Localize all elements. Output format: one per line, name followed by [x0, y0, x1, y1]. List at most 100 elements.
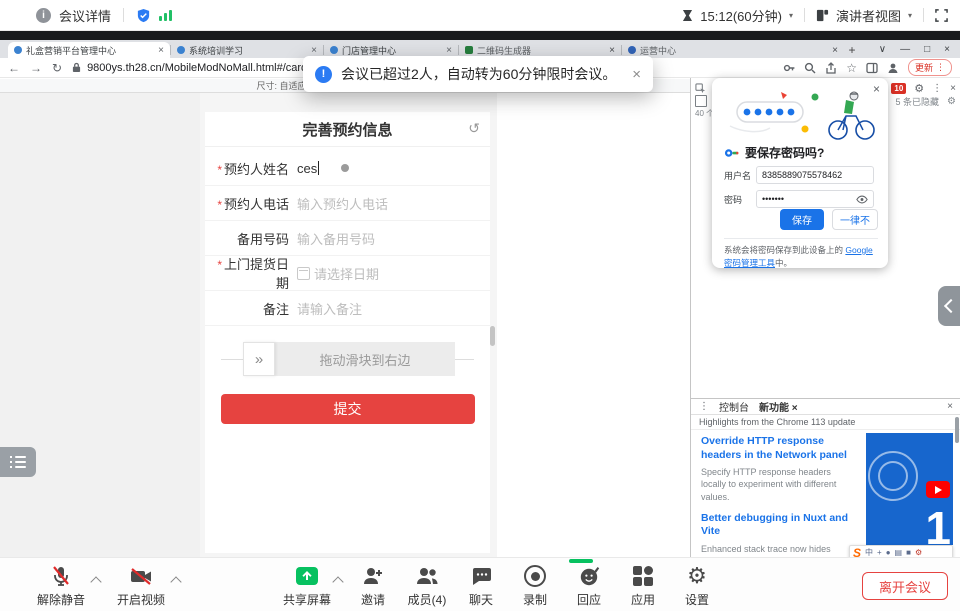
profile-avatar-icon[interactable] [887, 62, 899, 74]
forward-icon[interactable]: → [30, 61, 42, 75]
tab-close-icon[interactable]: × [792, 403, 798, 414]
view-dropdown-icon[interactable]: ▾ [908, 11, 912, 20]
window-restore-icon[interactable]: ∨ [879, 44, 886, 55]
issues-badge[interactable]: 10 [891, 83, 906, 94]
window-maximize-icon[interactable]: □ [924, 44, 930, 55]
field-pickup-date[interactable]: 上门提货日期 请选择日期 [205, 256, 490, 291]
field-name[interactable]: 预约人姓名 ces [205, 151, 490, 186]
chrome-update-button[interactable]: 更新 ⋮ [908, 59, 952, 76]
drawer-close-icon[interactable]: × [947, 401, 953, 412]
tab-whats-new[interactable]: 新功能 × [759, 399, 798, 414]
device-size-label[interactable]: 尺寸: 自适应 [256, 79, 306, 92]
meeting-info-icon[interactable]: i [36, 8, 51, 23]
phone-input[interactable]: 输入预约人电话 [297, 194, 388, 213]
page-scrollbar[interactable] [490, 326, 495, 346]
whatsnew-video-thumbnail[interactable]: 1 [866, 433, 953, 545]
back-icon[interactable]: ← [8, 61, 20, 75]
save-password-button[interactable]: 保存 [780, 209, 824, 230]
field-phone[interactable]: 预约人电话 输入预约人电话 [205, 186, 490, 221]
browser-tab[interactable]: 系统培训学习 × [171, 42, 323, 58]
toast-close-icon[interactable]: × [632, 66, 641, 83]
show-password-eye-icon[interactable] [856, 195, 868, 204]
date-picker[interactable]: 请选择日期 [297, 264, 379, 283]
slider-handle[interactable]: » [243, 342, 275, 376]
screen-root: i 会议详情 15:12(60分钟) ▾ 演讲者视图 ▾ 礼盒营销平台管理中心 … [0, 0, 960, 610]
youtube-play-icon[interactable] [926, 481, 950, 498]
article-heading[interactable]: Better debugging in Nuxt and Vite [701, 512, 856, 539]
highlights-header: Highlights from the Chrome 113 update [691, 415, 960, 430]
reactions-label: 回应 [577, 591, 601, 608]
reload-icon[interactable]: ↻ [52, 61, 62, 75]
bookmark-star-icon[interactable]: ☆ [846, 61, 857, 75]
text-caret [318, 161, 319, 175]
console-settings-icon[interactable]: ⚙ [947, 96, 956, 107]
ime-punct-icon[interactable]: + [877, 549, 882, 557]
meeting-details-label[interactable]: 会议详情 [59, 6, 111, 25]
tab-close-icon[interactable]: × [446, 45, 452, 56]
leave-meeting-button[interactable]: 离开会议 [862, 572, 948, 600]
invite-icon [361, 563, 385, 589]
inspect-element-icon[interactable] [695, 83, 706, 94]
view-mode-label[interactable]: 演讲者视图 [836, 6, 901, 25]
ime-mic-icon[interactable]: ● [886, 549, 891, 557]
tab-close-icon[interactable]: × [609, 45, 615, 56]
field-remark[interactable]: 备注 请输入备注 [205, 291, 490, 326]
emulated-viewport: 完善预约信息 ↺ 预约人姓名 ces 预约人电话 输入预约人电话 备用号码 输入… [200, 93, 497, 557]
meeting-notes-float-button[interactable] [0, 447, 36, 477]
fullscreen-icon[interactable] [935, 9, 948, 22]
tab-title: 二维码生成器 [477, 44, 605, 57]
dialog-footer-note: 系统会将密码保存到此设备上的 Google 密码管理工具中。 [724, 238, 878, 270]
submit-button[interactable]: 提交 [221, 394, 475, 424]
new-tab-button[interactable]: + [844, 42, 860, 58]
browser-menu-icon[interactable]: ⋮ [936, 62, 945, 73]
ime-keyboard-icon[interactable]: ▤ [895, 549, 903, 557]
ime-lang-toggle[interactable]: 中 [865, 549, 873, 557]
console-filter-icon[interactable] [695, 95, 707, 107]
field-label: 上门提货日期 [205, 254, 289, 292]
username-input[interactable]: 8385889075578462 [756, 166, 874, 184]
video-panel-expander[interactable] [938, 286, 960, 326]
ime-settings-icon[interactable]: ⚙ [915, 549, 922, 557]
drawer-menu-icon[interactable]: ⋮ [699, 401, 709, 412]
timer-dropdown-icon[interactable]: ▾ [789, 11, 793, 20]
password-input[interactable]: ••••••• [756, 190, 874, 208]
tab-close-icon[interactable]: × [832, 45, 838, 56]
tab-close-icon[interactable]: × [311, 45, 317, 56]
tab-title: 礼盒营销平台管理中心 [26, 44, 154, 57]
field-backup-phone[interactable]: 备用号码 输入备用号码 [205, 221, 490, 256]
never-save-button[interactable]: 一律不 [832, 209, 878, 230]
tab-close-icon[interactable]: × [158, 45, 164, 56]
unmute-button[interactable]: 解除静音 [28, 563, 94, 608]
share-screen-button[interactable]: 共享屏幕 [274, 563, 340, 608]
security-shield-icon[interactable] [136, 8, 151, 23]
settings-button[interactable]: ⚙ 设置 [664, 563, 730, 608]
tab-console[interactable]: 控制台 [719, 399, 749, 414]
tab-title: 运营中心 [640, 44, 828, 57]
name-input[interactable]: ces [297, 161, 349, 176]
devtools-drawer: ⋮ 控制台 新功能 × × Highlights from the Chrome… [691, 398, 960, 558]
undo-icon[interactable]: ↺ [468, 120, 480, 137]
ime-skin-icon[interactable]: ■ [906, 549, 911, 557]
password-key-icon[interactable] [783, 62, 795, 74]
zoom-icon[interactable] [804, 62, 816, 74]
network-signal-icon[interactable] [159, 9, 172, 21]
browser-tab[interactable]: 礼盒营销平台管理中心 × [8, 42, 170, 58]
layout-view-icon [816, 9, 829, 22]
lock-icon [72, 62, 81, 73]
divider [804, 8, 805, 22]
password-label: 密码 [724, 193, 756, 206]
devtools-settings-icon[interactable]: ⚙ [914, 82, 924, 95]
drawer-scrollbar[interactable] [955, 417, 959, 443]
article-heading[interactable]: Override HTTP response headers in the Ne… [701, 435, 856, 462]
share-page-icon[interactable] [825, 62, 837, 74]
devtools-close-icon[interactable]: × [950, 83, 956, 94]
window-minimize-icon[interactable]: — [900, 44, 910, 55]
devtools-menu-icon[interactable]: ⋮ [932, 83, 942, 94]
start-video-button[interactable]: 开启视频 [108, 563, 174, 608]
meeting-toast: ! 会议已超过2人，自动转为60分钟限时会议。 × [303, 56, 653, 92]
browser-tab[interactable]: 运营中心 × [622, 42, 844, 58]
remark-input[interactable]: 请输入备注 [297, 299, 362, 318]
sidepanel-icon[interactable] [866, 62, 878, 74]
backup-phone-input[interactable]: 输入备用号码 [297, 229, 375, 248]
window-close-icon[interactable]: × [944, 44, 950, 55]
